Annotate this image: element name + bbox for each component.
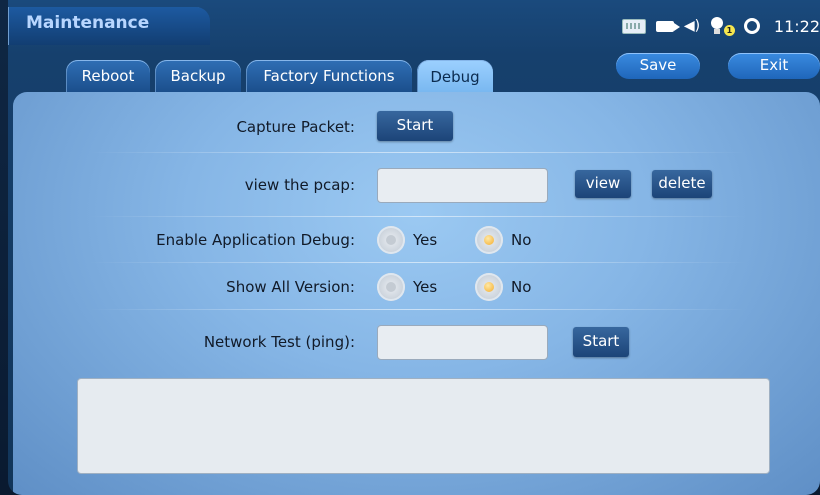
tab-reboot[interactable]: Reboot xyxy=(66,60,150,92)
app-debug-yes-radio[interactable] xyxy=(377,226,405,254)
debug-panel: Capture Packet: Start view the pcap: vie… xyxy=(13,92,820,495)
title-tab: Maintenance xyxy=(8,7,210,45)
show-version-no-label: No xyxy=(511,278,532,296)
app-debug-label: Enable Application Debug: xyxy=(156,231,355,249)
network-test-start-button[interactable]: Start xyxy=(573,327,629,357)
notification-count-badge: 1 xyxy=(723,25,735,36)
app-title: Maintenance xyxy=(26,13,150,33)
divider xyxy=(88,216,748,217)
divider xyxy=(88,262,748,263)
maintenance-screen: Maintenance ◀) 1 11:22 Reboot Backup Fac… xyxy=(8,0,820,495)
network-test-label: Network Test (ping): xyxy=(203,333,355,351)
camera-icon xyxy=(655,20,680,32)
notification-bulb-icon[interactable]: 1 xyxy=(710,17,735,36)
clock: 11:22 xyxy=(773,16,820,36)
speaker-icon[interactable]: ◀) xyxy=(684,18,700,34)
delete-button[interactable]: delete xyxy=(652,170,712,198)
capture-packet-label: Capture Packet: xyxy=(236,118,355,136)
view-button[interactable]: view xyxy=(575,170,631,198)
show-version-yes-label: Yes xyxy=(413,278,438,296)
tab-backup[interactable]: Backup xyxy=(155,60,241,92)
debug-output-box[interactable] xyxy=(77,378,770,474)
capture-start-button[interactable]: Start xyxy=(377,111,453,141)
app-debug-no-radio[interactable] xyxy=(475,226,503,254)
ping-host-field[interactable] xyxy=(377,325,548,360)
pcap-file-field[interactable] xyxy=(377,168,548,203)
show-version-no-radio[interactable] xyxy=(475,273,503,301)
top-bar: Maintenance ◀) 1 11:22 xyxy=(8,0,820,48)
save-button[interactable]: Save xyxy=(616,53,700,79)
show-version-yes-radio[interactable] xyxy=(377,273,405,301)
keyboard-icon[interactable] xyxy=(621,18,646,34)
sync-icon xyxy=(743,18,760,34)
tab-debug[interactable]: Debug xyxy=(417,60,493,93)
divider xyxy=(88,152,748,153)
status-bar: ◀) 1 11:22 xyxy=(621,12,820,40)
app-debug-yes-label: Yes xyxy=(413,231,438,249)
app-debug-no-label: No xyxy=(511,231,532,249)
divider xyxy=(88,309,748,310)
exit-button[interactable]: Exit xyxy=(728,53,820,79)
show-version-label: Show All Version: xyxy=(226,278,355,296)
view-pcap-label: view the pcap: xyxy=(244,176,355,194)
tab-factory-functions[interactable]: Factory Functions xyxy=(246,60,412,92)
